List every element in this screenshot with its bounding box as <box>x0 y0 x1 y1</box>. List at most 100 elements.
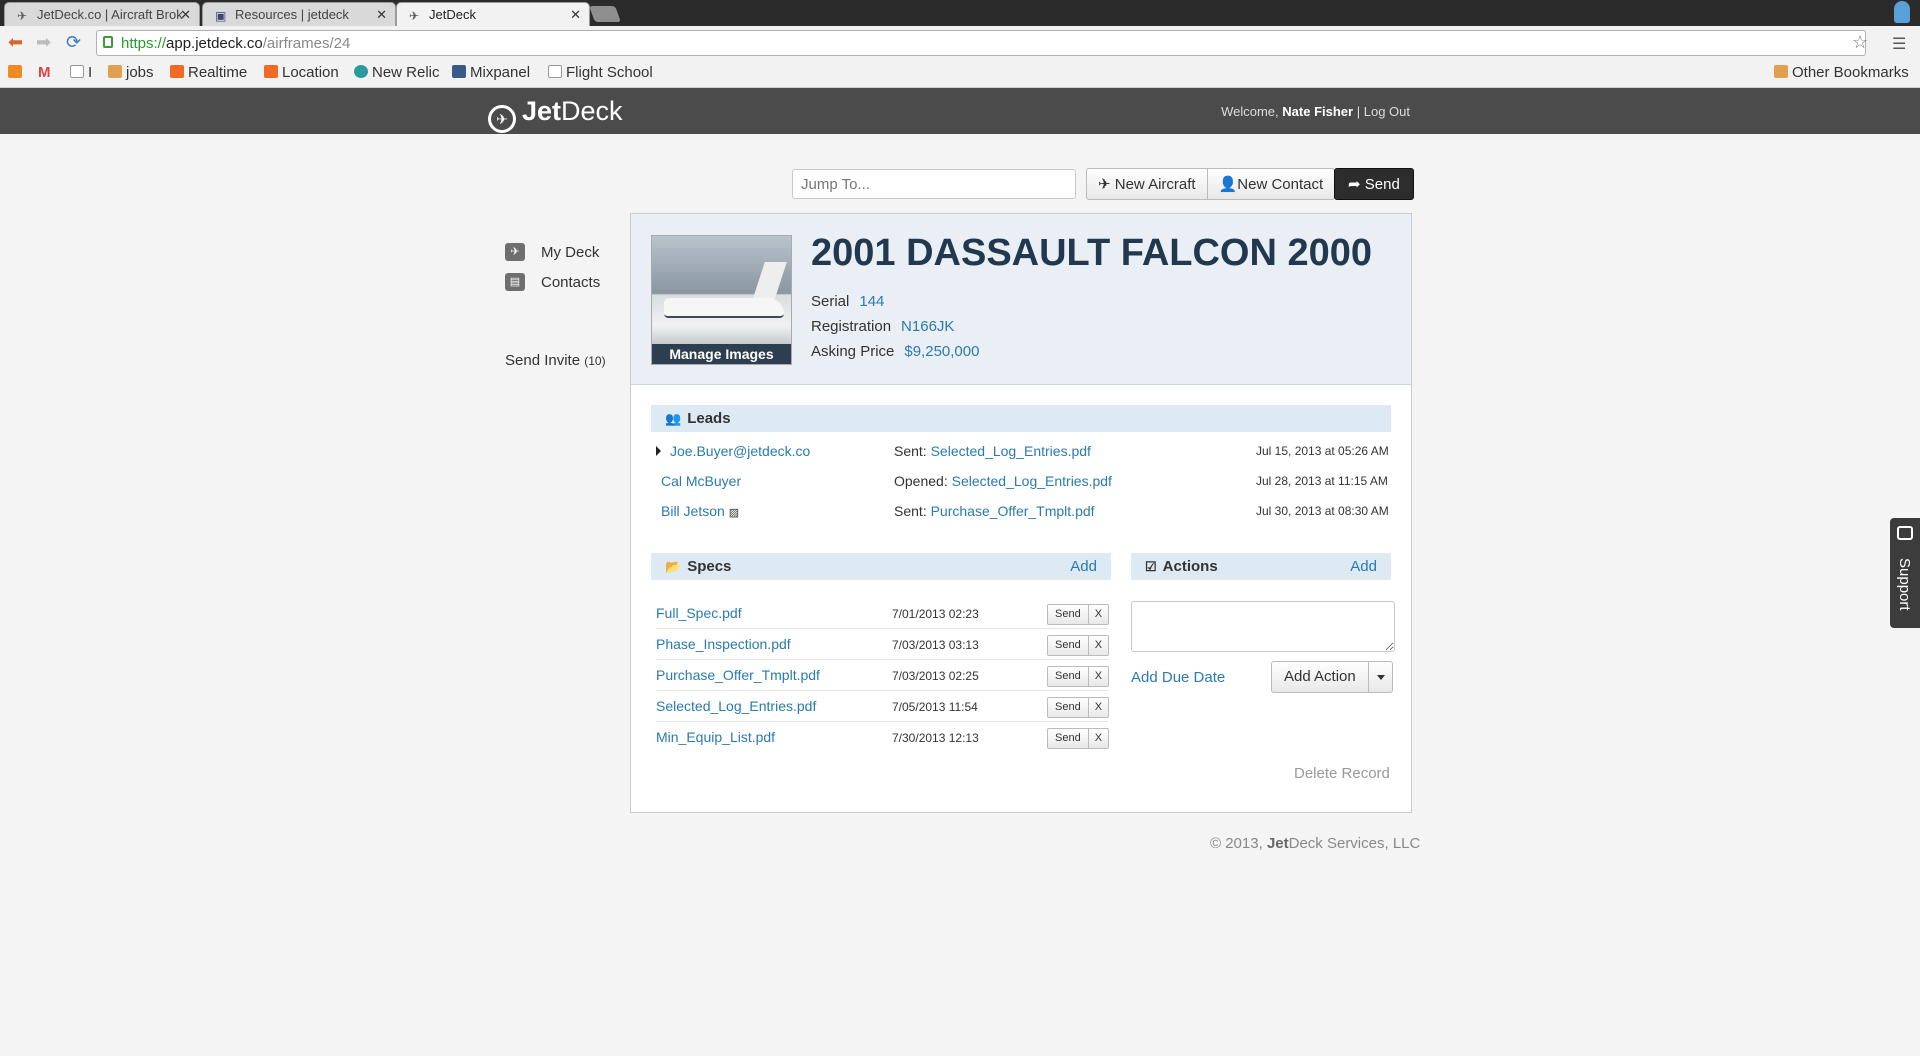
spec-send-button[interactable]: Send <box>1047 697 1089 718</box>
logout-link[interactable]: Log Out <box>1364 104 1410 119</box>
mixpanel-icon <box>452 65 466 78</box>
spec-file-link[interactable]: Purchase_Offer_Tmplt.pdf <box>656 667 820 683</box>
new-contact-button[interactable]: 👤New Contact <box>1207 168 1336 200</box>
lead-file-link[interactable]: Selected_Log_Entries.pdf <box>952 473 1112 489</box>
spec-remove-button[interactable]: X <box>1088 635 1110 656</box>
send-button[interactable]: ➦ Send <box>1334 168 1414 200</box>
browser-tab[interactable]: ▣ Resources | jetdeck ✕ <box>202 2 396 26</box>
aircraft-panel: Manage Images 2001 DASSAULT FALCON 2000 … <box>630 213 1412 813</box>
serial-value[interactable]: 144 <box>859 293 884 310</box>
manage-images-button[interactable]: Manage Images <box>652 344 791 364</box>
browser-tab[interactable]: ✈ JetDeck.co | Aircraft Brok ✕ <box>4 2 200 26</box>
close-icon[interactable]: ✕ <box>180 7 191 23</box>
megaphone-icon <box>1897 526 1913 540</box>
site-icon: ▣ <box>215 9 227 23</box>
lead-date: Jul 30, 2013 at 08:30 AM <box>1256 504 1389 518</box>
spec-row: Purchase_Offer_Tmplt.pdf 7/03/2013 02:25… <box>656 660 1110 691</box>
close-icon[interactable]: ✕ <box>570 7 581 23</box>
new-tab-button[interactable] <box>589 6 621 22</box>
send-invite-link[interactable]: Send Invite (10) <box>505 352 606 369</box>
close-icon[interactable]: ✕ <box>376 7 387 23</box>
welcome-text: Welcome, Nate Fisher | Log Out <box>1221 104 1410 119</box>
spec-row: Full_Spec.pdf 7/01/2013 02:23 Send X <box>656 598 1110 629</box>
new-aircraft-button[interactable]: ✈ New Aircraft <box>1086 168 1208 200</box>
address-bar[interactable]: https://app.jetdeck.co/airframes/24 <box>96 30 1866 56</box>
bookmark-item[interactable]: jobs <box>108 64 154 81</box>
book-icon: ▤ <box>505 273 525 291</box>
tab-title: JetDeck.co | Aircraft Brok <box>37 7 183 22</box>
jump-to-input[interactable] <box>792 169 1076 199</box>
browser-tab-active[interactable]: ✈ JetDeck ✕ <box>396 2 590 27</box>
jetdeck-logo[interactable]: ✈ JetDeck <box>488 96 623 133</box>
chart-icon <box>264 65 278 78</box>
reload-icon[interactable]: ⟳ <box>66 32 81 53</box>
lead-row: Cal McBuyer Opened: Selected_Log_Entries… <box>656 467 1396 497</box>
bookmarks-bar: M I jobs Realtime Location New Relic Mix… <box>0 60 1920 88</box>
forward-icon[interactable]: ➡ <box>36 32 51 53</box>
menu-icon[interactable]: ☰ <box>1892 34 1906 54</box>
expand-icon[interactable] <box>656 446 661 456</box>
lead-date: Jul 15, 2013 at 05:26 AM <box>1256 444 1389 458</box>
spec-date: 7/03/2013 03:13 <box>892 638 979 652</box>
bookmark-item[interactable]: Mixpanel <box>452 64 530 81</box>
folder-icon <box>1774 65 1788 78</box>
profile-icon[interactable] <box>1894 1 1910 23</box>
spec-file-link[interactable]: Min_Equip_List.pdf <box>656 729 775 745</box>
sidebar-item-my-deck[interactable]: ✈ My Deck <box>505 237 600 267</box>
lead-file-link[interactable]: Purchase_Offer_Tmplt.pdf <box>931 503 1095 519</box>
spec-file-link[interactable]: Selected_Log_Entries.pdf <box>656 698 816 714</box>
gmail-icon[interactable]: M <box>38 64 51 81</box>
bookmark-item[interactable]: Realtime <box>170 64 247 81</box>
lead-activity: Sent: Purchase_Offer_Tmplt.pdf <box>894 503 1095 519</box>
price-value[interactable]: $9,250,000 <box>904 343 979 360</box>
spec-send-button[interactable]: Send <box>1047 666 1089 687</box>
lead-contact[interactable]: Cal McBuyer <box>661 473 741 489</box>
bookmark-item[interactable]: Location <box>264 64 339 81</box>
lead-activity: Sent: Selected_Log_Entries.pdf <box>894 443 1091 459</box>
add-action-split-button: Add Action <box>1271 661 1393 693</box>
bookmark-item[interactable]: I <box>70 64 92 81</box>
share-icon: ➦ <box>1348 176 1365 193</box>
chevron-down-icon[interactable] <box>1368 661 1393 693</box>
add-action-button[interactable]: Add Action <box>1271 661 1369 693</box>
sidebar-item-contacts[interactable]: ▤ Contacts <box>505 267 600 297</box>
other-bookmarks[interactable]: Other Bookmarks <box>1774 64 1909 81</box>
plane-icon: ✈ <box>17 9 28 23</box>
add-spec-link[interactable]: Add <box>1070 558 1097 575</box>
bookmark-item[interactable]: New Relic <box>354 64 440 81</box>
lead-contact[interactable]: Joe.Buyer@jetdeck.co <box>656 443 810 459</box>
lead-file-link[interactable]: Selected_Log_Entries.pdf <box>931 443 1091 459</box>
spec-send-button[interactable]: Send <box>1047 604 1089 625</box>
action-textarea[interactable] <box>1131 601 1395 652</box>
spec-actions: Send X <box>1047 604 1110 625</box>
bookmark-item[interactable]: Flight School <box>548 64 653 81</box>
aircraft-photo[interactable]: Manage Images <box>651 235 792 365</box>
url-host: app.jetdeck.co <box>166 35 263 52</box>
support-tab[interactable]: Support <box>1890 518 1920 628</box>
bookmark-star-icon[interactable]: ☆ <box>1852 32 1868 53</box>
spec-remove-button[interactable]: X <box>1088 666 1110 687</box>
lead-contact[interactable]: Bill Jetson ▨ <box>661 503 739 519</box>
browser-toolbar: ⬅ ➡ ⟳ https://app.jetdeck.co/airframes/2… <box>0 26 1920 60</box>
add-action-link[interactable]: Add <box>1350 558 1377 575</box>
spec-send-button[interactable]: Send <box>1047 635 1089 656</box>
registration-value[interactable]: N166JK <box>901 318 954 335</box>
spec-remove-button[interactable]: X <box>1088 697 1110 718</box>
folder-open-icon: 📂 <box>665 559 682 574</box>
spec-remove-button[interactable]: X <box>1088 604 1110 625</box>
add-due-date-link[interactable]: Add Due Date <box>1131 669 1225 686</box>
lock-icon <box>103 36 113 48</box>
spec-actions: Send X <box>1047 666 1110 687</box>
spec-send-button[interactable]: Send <box>1047 728 1089 749</box>
photo-plane <box>664 298 784 318</box>
plane-icon: ✈ <box>1098 176 1115 193</box>
delete-record-link[interactable]: Delete Record <box>1294 765 1390 782</box>
specs-header: 📂 Specs Add <box>651 553 1111 580</box>
leads-header: 👥 Leads <box>651 405 1391 432</box>
spec-file-link[interactable]: Phase_Inspection.pdf <box>656 636 791 652</box>
bookmark-item[interactable] <box>8 64 26 81</box>
spec-remove-button[interactable]: X <box>1088 728 1110 749</box>
spec-file-link[interactable]: Full_Spec.pdf <box>656 605 742 621</box>
spec-actions: Send X <box>1047 635 1110 656</box>
back-icon[interactable]: ⬅ <box>8 32 23 53</box>
